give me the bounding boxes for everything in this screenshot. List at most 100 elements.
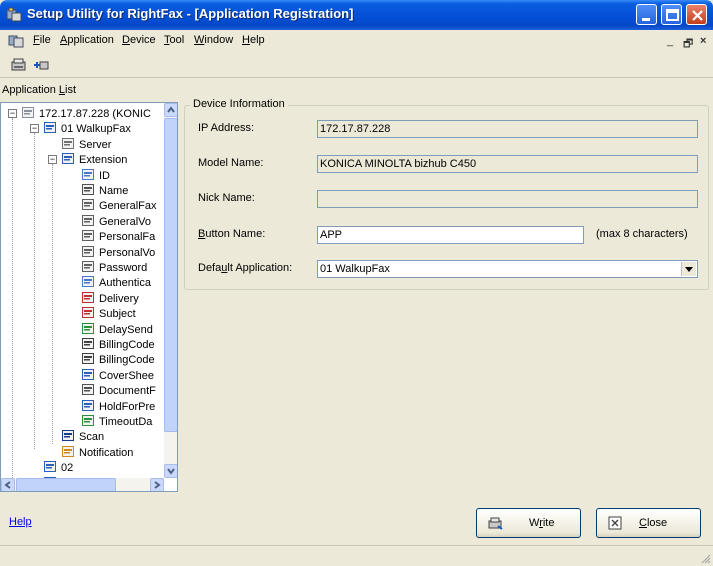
menu-tool[interactable]: Tool [164,34,184,46]
tree-node-label: 01 WalkupFax [61,123,131,136]
id-card-icon [82,168,94,180]
resize-grip-icon[interactable] [699,552,711,564]
maximize-icon [666,9,679,21]
maximize-button[interactable] [661,4,682,25]
app-icon [6,7,22,22]
tree-collapse-toggle[interactable]: − [48,155,57,165]
mdi-minimize-button[interactable]: _ [667,35,673,47]
tree-node-label: PersonalFa [99,231,156,244]
application-icon [44,461,56,473]
tree-node[interactable]: Server [61,137,111,152]
tree-node[interactable]: 01 WalkupFax [43,121,131,136]
scroll-left-button[interactable] [1,478,15,491]
add-device-icon[interactable] [32,57,50,73]
tree-node-label: Password [99,262,148,274]
tree-connector-line [12,118,13,478]
scroll-up-button[interactable] [164,103,177,117]
billing-code-icon [82,353,94,365]
tree-collapse-toggle[interactable]: − [8,109,17,118]
button-name-input[interactable]: APP [317,226,584,244]
tree-node[interactable]: 172.17.87.228 (KONIC [21,106,151,121]
scroll-right-button[interactable] [150,478,164,491]
menu-file[interactable]: File [33,34,51,46]
menu-bar: File Application Device Tool Window Help… [0,30,713,52]
authentication-icon [82,276,94,288]
device-icon [22,107,34,118]
tree-node[interactable]: HoldForPre [81,399,155,414]
tree-node[interactable]: BillingCode [81,352,155,367]
cover-sheet-icon [82,368,94,380]
device-icon[interactable] [10,57,28,73]
menu-help[interactable]: Help [242,34,265,46]
title-bar[interactable]: Setup Utility for RightFax - [Applicatio… [0,0,713,30]
tree-node[interactable]: Password [81,260,147,275]
minimize-icon [642,18,650,21]
tree-connector-line [52,164,53,444]
application-tree[interactable]: 172.17.87.228 (KONIC − 01 WalkupFax − Server… [0,102,178,492]
tree-node-label: HoldForPre [99,400,156,413]
timeout-icon [82,415,94,426]
tree-node[interactable]: PersonalVo [81,245,155,260]
minimize-button[interactable] [636,4,657,25]
tree-node[interactable]: Subject [81,306,136,321]
dropdown-arrow-icon [685,267,693,272]
close-window-button[interactable] [686,4,707,25]
tree-node[interactable]: 02 [43,460,73,475]
tree-node-label: Subject [99,308,136,321]
tree-node[interactable]: Extension [61,152,127,167]
tree-node[interactable]: DocumentF [81,383,156,398]
menu-application[interactable]: Application [60,34,114,46]
tree-node[interactable]: BillingCode [81,337,155,352]
dropdown-button[interactable] [681,262,696,276]
tree-node[interactable]: Delivery [81,291,139,306]
nick-name-field [317,190,698,208]
tree-node[interactable]: TimeoutDa [81,414,152,429]
tree-node-label: 172.17.87.228 (KONIC [39,108,151,120]
delivery-icon [82,291,94,303]
tree-node[interactable]: GeneralFax [81,198,156,213]
tree-vertical-scrollbar[interactable] [164,103,177,478]
tree-node[interactable]: PersonalFa [81,229,155,244]
tree-viewport: 172.17.87.228 (KONIC − 01 WalkupFax − Server… [1,103,164,478]
tree-node[interactable]: Authentica [81,275,151,290]
scroll-down-button[interactable] [164,464,177,478]
tree-node[interactable]: DelaySend [81,322,153,337]
help-link[interactable]: Help [9,516,32,528]
tree-horizontal-scrollbar[interactable] [1,478,164,491]
name-icon [82,184,94,195]
menu-device[interactable]: Device [122,34,156,46]
tree-node[interactable]: GeneralVo [81,214,151,229]
tree-node[interactable]: Scan [61,429,104,444]
subject-icon [82,307,94,319]
model-name-field: KONICA MINOLTA bizhub C450 [317,155,698,173]
tree-node[interactable]: Name [81,183,128,198]
tree-node-label: DocumentF [99,385,156,398]
write-button[interactable]: Write [476,508,581,538]
hold-icon [82,399,94,411]
status-bar [0,545,713,566]
tree-node-label: Server [79,138,112,151]
tree-node-label: PersonalVo [99,246,156,259]
menu-window[interactable]: Window [194,34,233,46]
tree-node[interactable]: Notification [61,445,133,460]
scroll-thumb[interactable] [164,118,177,432]
tree-node-label: GeneralVo [99,215,151,228]
tree-node-label: BillingCode [99,354,155,367]
default-application-select[interactable]: 01 WalkupFax [317,260,698,278]
mdi-close-button[interactable]: × [700,35,706,47]
tree-connector-line [34,133,35,449]
button-name-hint: (max 8 characters) [596,228,688,240]
hscroll-thumb[interactable] [16,478,116,491]
tree-node-label: TimeoutDa [99,416,153,428]
notification-icon [62,445,74,457]
chevron-right-icon [154,481,161,489]
delay-send-icon [82,322,94,334]
close-button[interactable]: Close [596,508,701,538]
tree-node[interactable]: ID [81,168,110,183]
device-information-legend: Device Information [190,98,288,110]
tree-node[interactable]: CoverShee [81,368,154,383]
close-box-icon [608,516,622,530]
general-voice-icon [82,214,94,226]
tree-node-label: Extension [79,154,128,167]
scan-icon [62,430,74,442]
